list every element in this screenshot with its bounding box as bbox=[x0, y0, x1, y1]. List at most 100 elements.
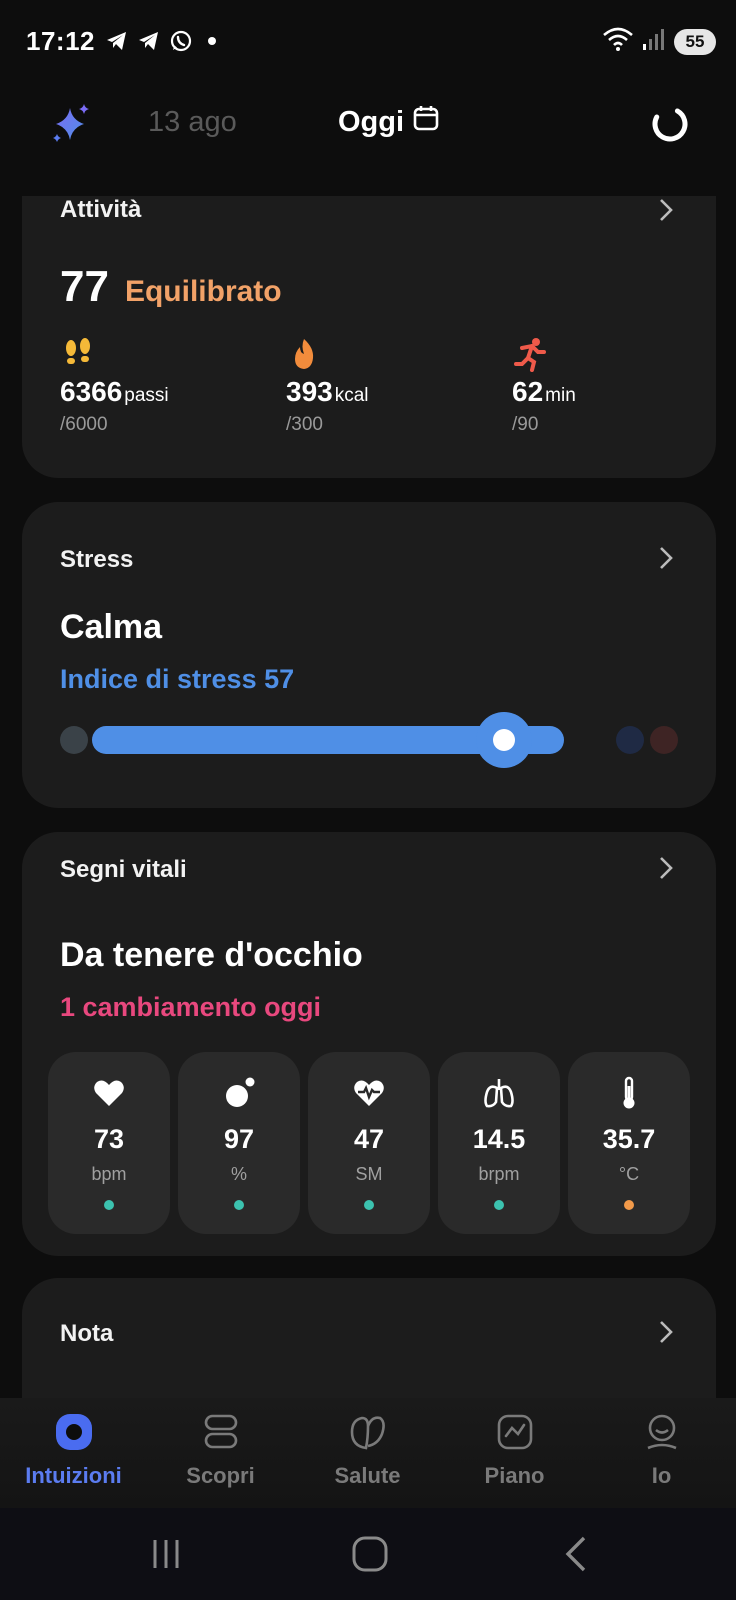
active-minutes-unit: min bbox=[545, 385, 576, 406]
system-nav-bar bbox=[0, 1508, 736, 1600]
discover-icon bbox=[204, 1414, 237, 1449]
steps-metric: 6366 passi /6000 bbox=[60, 336, 169, 436]
calories-goal: /300 bbox=[286, 414, 323, 435]
current-date-button[interactable]: Oggi bbox=[338, 104, 440, 140]
heart-rate-status-dot bbox=[104, 1200, 114, 1210]
note-title: Nota bbox=[60, 1320, 114, 1347]
hrv-value: 47 bbox=[353, 1124, 385, 1154]
system-status-icons: 55 bbox=[602, 26, 716, 57]
temperature-value: 35.7 bbox=[602, 1124, 656, 1154]
profile-icon bbox=[646, 1414, 677, 1450]
vitals-change: 1 cambiamento oggi bbox=[60, 992, 322, 1022]
footsteps-icon bbox=[60, 336, 96, 372]
chevron-right-icon bbox=[660, 857, 673, 879]
signal-icon bbox=[642, 26, 666, 57]
heart-icon bbox=[94, 1080, 124, 1106]
activity-status: Equilibrato bbox=[124, 275, 282, 308]
tab-label: Intuizioni bbox=[25, 1463, 122, 1488]
heart-rate-unit: bpm bbox=[91, 1164, 127, 1184]
activity-title: Attività bbox=[60, 196, 142, 223]
top-nav: 13 ago Oggi bbox=[0, 92, 736, 156]
hrv-unit: SM bbox=[355, 1164, 383, 1184]
steps-unit: passi bbox=[124, 385, 169, 406]
activity-card[interactable]: Attività 77 Equilibrato 6366 passi /6000 … bbox=[22, 196, 716, 478]
lungs-icon bbox=[484, 1079, 514, 1108]
steps-goal: /6000 bbox=[60, 414, 108, 435]
vitals-tiles: 73 bpm 97 % 47 SM 14.5 brpm 35.7 °C bbox=[48, 1052, 690, 1234]
stress-segment-very-high bbox=[650, 726, 678, 754]
oxygen-status-dot bbox=[234, 1200, 244, 1210]
tab-label: Scopri bbox=[186, 1463, 255, 1488]
recent-apps-icon[interactable] bbox=[146, 1534, 186, 1574]
tab-label: Piano bbox=[484, 1463, 545, 1488]
home-icon[interactable] bbox=[350, 1534, 390, 1574]
thermometer-icon bbox=[623, 1076, 635, 1109]
tab-scopri[interactable]: Scopri bbox=[147, 1412, 294, 1489]
status-time: 17:12 bbox=[26, 26, 95, 56]
sync-icon[interactable] bbox=[650, 104, 690, 144]
temperature-status-dot bbox=[624, 1200, 634, 1210]
telegram-icon bbox=[104, 28, 130, 54]
tab-label: Io bbox=[651, 1463, 672, 1488]
whatsapp-icon bbox=[168, 28, 194, 54]
stress-index-label: Indice di stress bbox=[60, 664, 257, 694]
heart-rate-value: 73 bbox=[93, 1124, 125, 1154]
stress-state: Calma bbox=[60, 608, 163, 646]
stress-gauge bbox=[60, 712, 680, 768]
temperature-unit: °C bbox=[618, 1164, 640, 1184]
battery-icon: 55 bbox=[674, 28, 716, 55]
back-icon[interactable] bbox=[558, 1534, 598, 1574]
calendar-icon bbox=[412, 104, 440, 140]
calories-unit: kcal bbox=[334, 385, 369, 406]
respiration-unit: brpm bbox=[478, 1164, 520, 1184]
chevron-right-icon bbox=[660, 547, 673, 569]
vital-tile-heart-rate[interactable]: 73 bpm bbox=[48, 1052, 170, 1234]
vitals-card[interactable]: Segni vitali Da tenere d'occhio 1 cambia… bbox=[22, 832, 716, 1256]
active-minutes-value: 62 bbox=[512, 376, 544, 407]
vital-tile-respiration[interactable]: 14.5 brpm bbox=[438, 1052, 560, 1234]
steps-value: 6366 bbox=[60, 376, 123, 407]
vitals-title: Segni vitali bbox=[60, 856, 187, 883]
oxygen-icon bbox=[226, 1077, 255, 1107]
screen: 17:12 55 13 ago Oggi Attività 77 Equilib… bbox=[0, 0, 736, 1600]
status-bar: 17:12 55 bbox=[0, 0, 736, 84]
vital-tile-oxygen[interactable]: 97 % bbox=[178, 1052, 300, 1234]
respiration-value: 14.5 bbox=[472, 1124, 526, 1154]
respiration-status-dot bbox=[494, 1200, 504, 1210]
sparkle-icon[interactable] bbox=[48, 102, 92, 146]
active-minutes-metric: 62 min /90 bbox=[512, 336, 576, 436]
stress-segment-high bbox=[616, 726, 644, 754]
tab-salute[interactable]: Salute bbox=[294, 1412, 441, 1489]
dot-icon bbox=[208, 37, 216, 45]
bottom-tab-bar: Intuizioni Scopri Salute Piano Io bbox=[0, 1398, 736, 1508]
running-icon bbox=[512, 336, 548, 372]
stress-gauge-knob bbox=[476, 712, 533, 768]
heart-rate-variability-icon bbox=[354, 1080, 384, 1106]
stress-card[interactable]: Stress Calma Indice di stress 57 bbox=[22, 502, 716, 808]
notification-icons bbox=[104, 28, 216, 54]
tab-piano[interactable]: Piano bbox=[441, 1412, 588, 1489]
vital-tile-temperature[interactable]: 35.7 °C bbox=[568, 1052, 690, 1234]
health-icon bbox=[350, 1416, 385, 1450]
wifi-icon bbox=[602, 26, 634, 57]
vital-tile-hrv[interactable]: 47 SM bbox=[308, 1052, 430, 1234]
oxygen-value: 97 bbox=[223, 1124, 255, 1154]
oxygen-unit: % bbox=[230, 1164, 247, 1184]
chevron-right-icon bbox=[660, 1321, 673, 1343]
chevron-right-icon bbox=[660, 199, 673, 221]
flame-icon bbox=[286, 336, 322, 372]
telegram-icon bbox=[136, 28, 162, 54]
active-minutes-goal: /90 bbox=[512, 414, 539, 435]
hrv-status-dot bbox=[364, 1200, 374, 1210]
activity-score-row: 77 Equilibrato bbox=[60, 262, 282, 312]
stress-segment-low bbox=[60, 726, 88, 754]
activity-score: 77 bbox=[60, 262, 109, 311]
current-date-label: Oggi bbox=[338, 105, 405, 138]
tab-intuizioni[interactable]: Intuizioni bbox=[0, 1412, 147, 1489]
tab-label: Salute bbox=[334, 1463, 401, 1488]
calories-value: 393 bbox=[286, 376, 333, 407]
prev-date[interactable]: 13 ago bbox=[148, 106, 237, 139]
stress-index: Indice di stress 57 bbox=[60, 664, 294, 695]
stress-index-value: 57 bbox=[264, 664, 295, 694]
tab-io[interactable]: Io bbox=[588, 1412, 735, 1489]
